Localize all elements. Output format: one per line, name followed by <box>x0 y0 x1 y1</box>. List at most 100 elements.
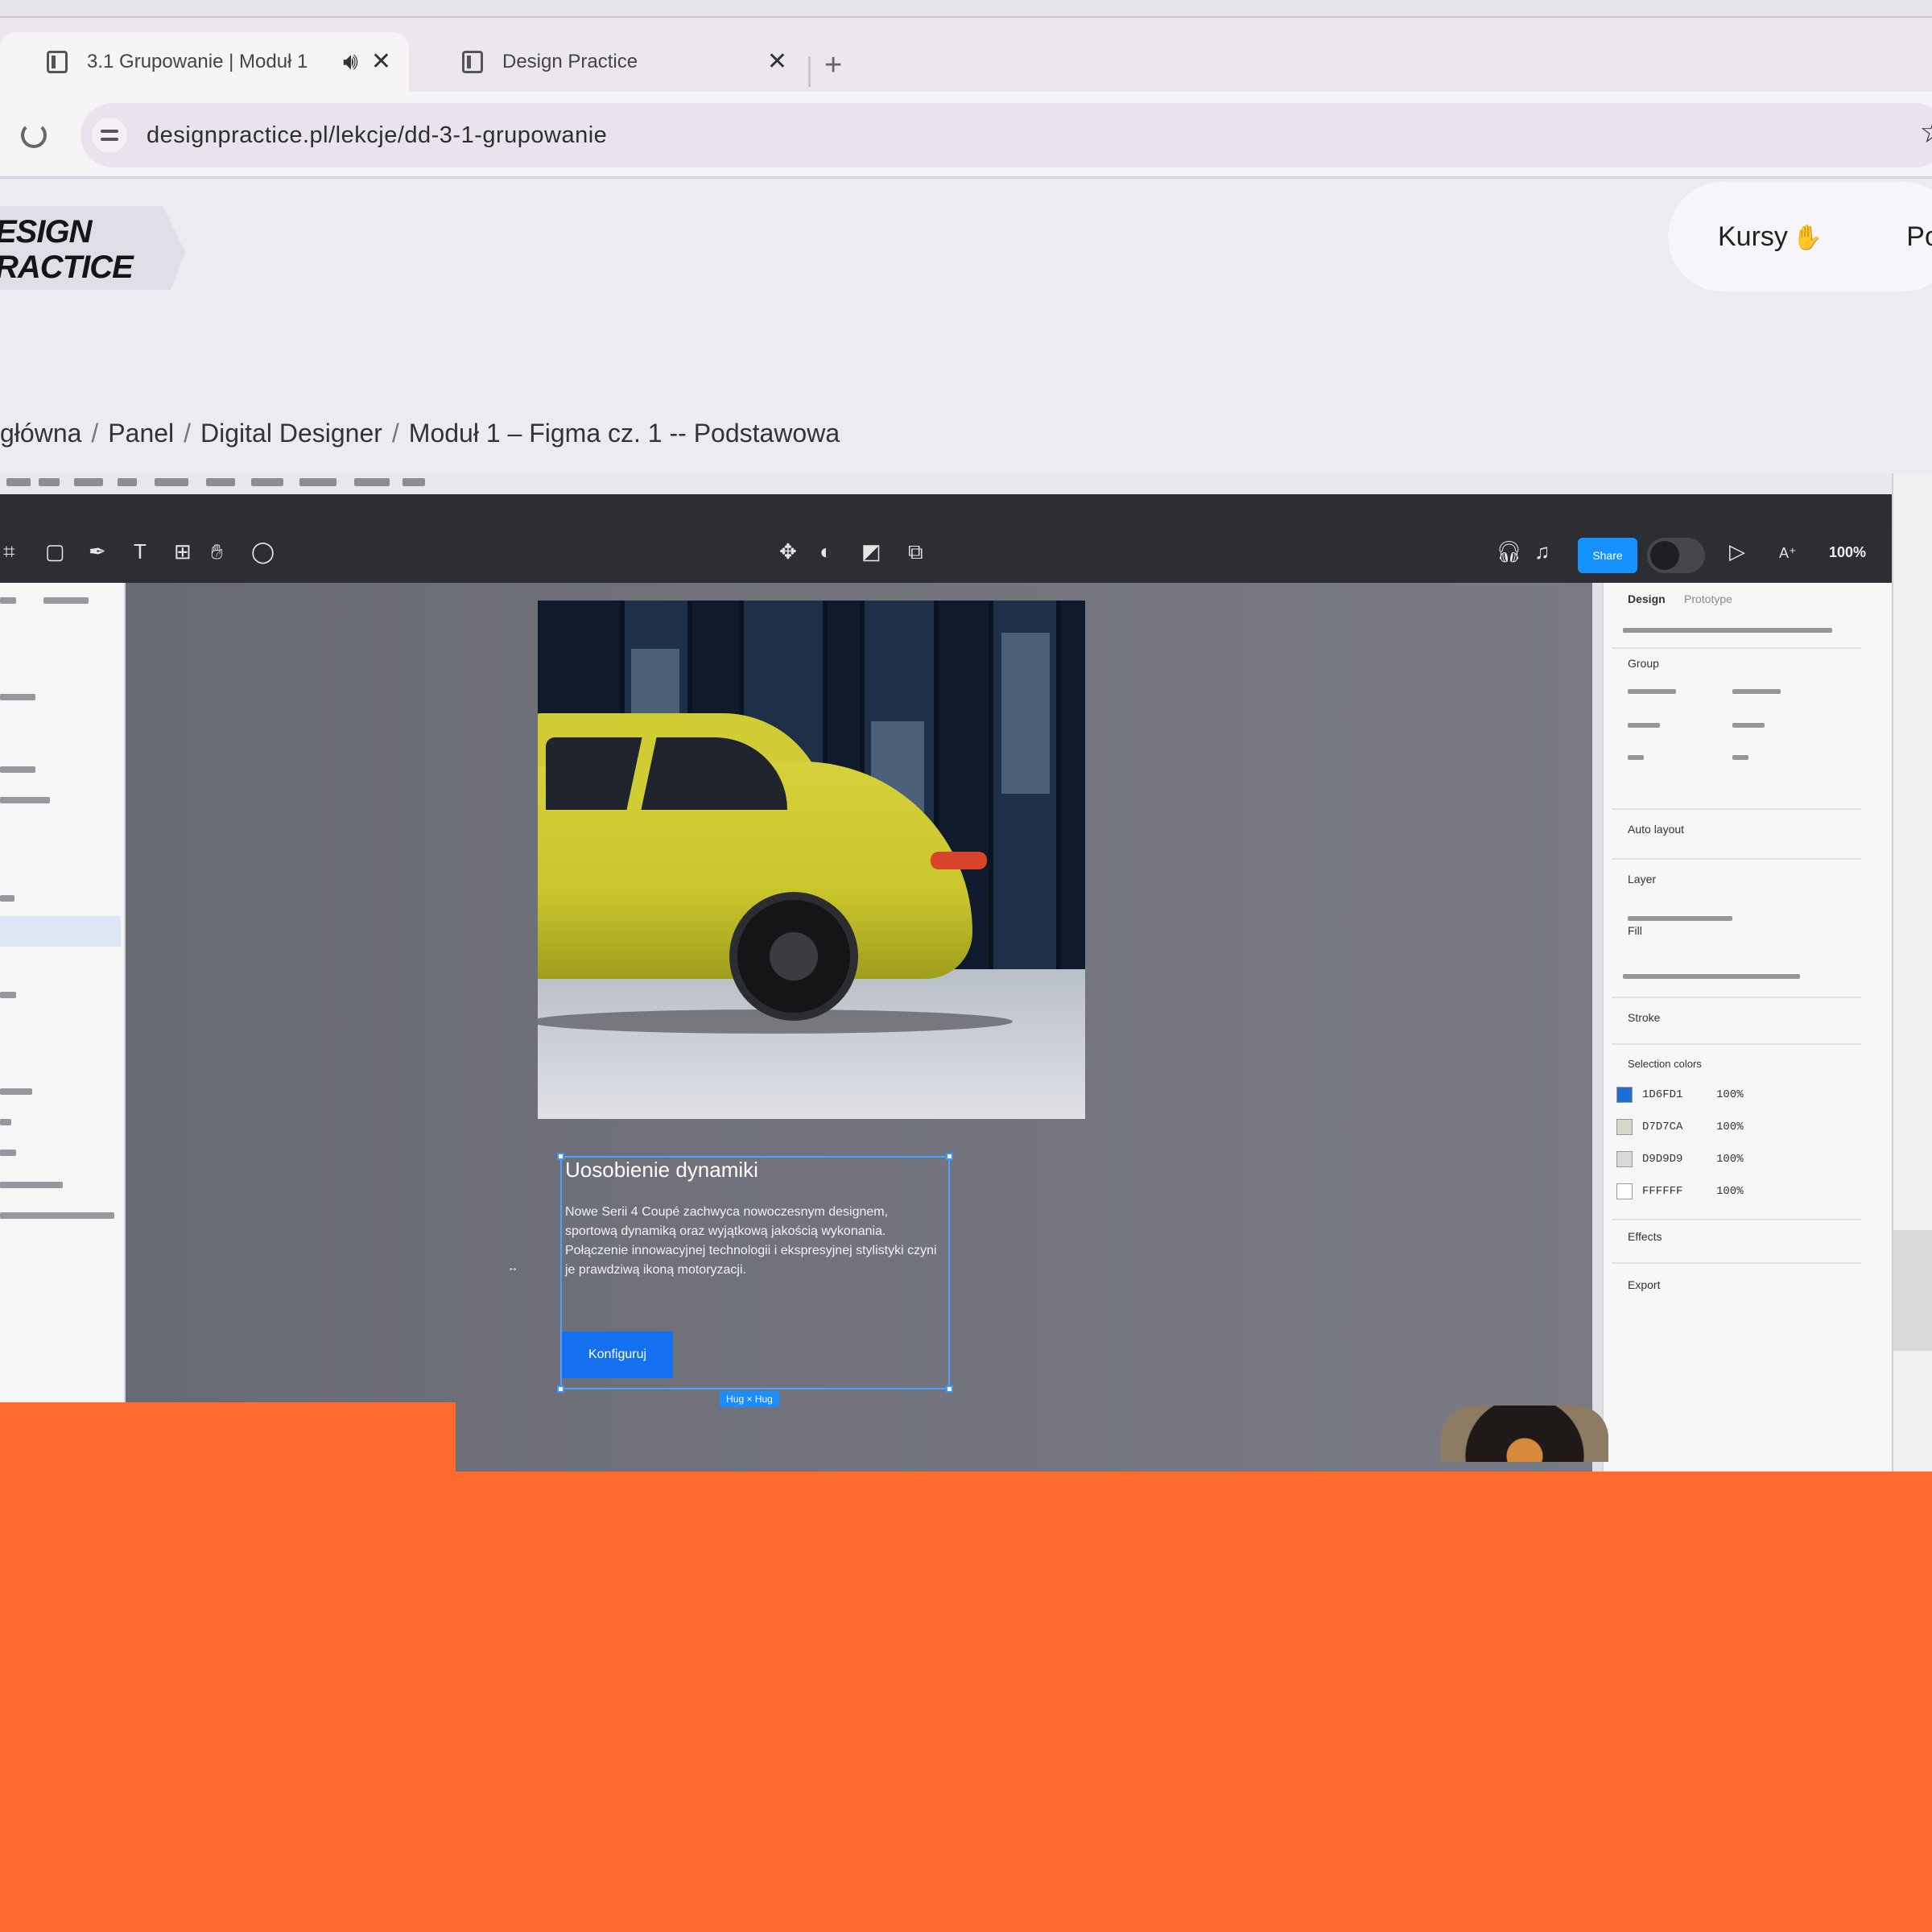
breadcrumb-separator: / <box>91 419 99 448</box>
resize-handle[interactable] <box>557 1153 564 1160</box>
dev-mode-toggle[interactable] <box>1647 538 1705 573</box>
layer-row[interactable] <box>0 1088 32 1095</box>
menu-item <box>39 478 60 486</box>
hand-tool-icon[interactable]: ✋︎ <box>211 541 223 562</box>
resize-handle[interactable] <box>946 1385 953 1393</box>
size-badge: Hug × Hug <box>720 1391 779 1407</box>
panel-divider <box>1612 858 1861 860</box>
prop-rotation[interactable] <box>1628 755 1644 760</box>
design-tab[interactable]: Design <box>1628 592 1666 605</box>
reload-icon[interactable] <box>21 122 47 148</box>
present-icon[interactable]: ▷ <box>1729 541 1745 562</box>
alignment-controls[interactable] <box>1623 628 1832 633</box>
prototype-tab[interactable]: Prototype <box>1684 592 1732 605</box>
color-opacity[interactable]: 100% <box>1716 1121 1744 1133</box>
url-text[interactable]: designpractice.pl/lekcje/dd-3-1-grupowan… <box>147 122 607 149</box>
menu-item <box>206 478 235 486</box>
panel-divider <box>1612 1219 1861 1220</box>
breadcrumb-separator: / <box>391 419 399 448</box>
prop-y[interactable] <box>1732 689 1781 694</box>
car-photo[interactable] <box>538 601 1085 1119</box>
crop-icon[interactable]: ⧉ <box>908 541 923 562</box>
figma-canvas[interactable]: ↔ Uosobienie dynamiki Nowe Serii 4 Coupé… <box>126 583 1592 1472</box>
color-opacity[interactable]: 100% <box>1716 1185 1744 1198</box>
section-stroke: Stroke <box>1628 1011 1661 1024</box>
section-effects: Effects <box>1628 1230 1662 1243</box>
layer-row[interactable] <box>0 694 35 700</box>
prop-w[interactable] <box>1628 723 1660 728</box>
text-tool-icon[interactable]: T <box>134 541 147 562</box>
menu-item <box>6 478 31 486</box>
layer-row[interactable] <box>0 1150 16 1156</box>
breadcrumb-home[interactable]: główna <box>0 419 81 448</box>
panel-divider <box>1612 1262 1861 1264</box>
color-swatch[interactable] <box>1616 1151 1633 1167</box>
layer-row[interactable] <box>0 1119 11 1125</box>
card-description[interactable]: Nowe Serii 4 Coupé zachwyca nowoczesnym … <box>565 1203 943 1280</box>
zoom-level[interactable]: 100% <box>1829 544 1866 561</box>
resize-handle[interactable] <box>946 1153 953 1160</box>
browser-tab-active[interactable]: 3.1 Grupowanie | Moduł 1 🔊︎ ✕ <box>0 32 409 92</box>
frame-tool-icon[interactable]: ⌗ <box>3 541 15 562</box>
tab-close-icon[interactable]: ✕ <box>371 50 391 74</box>
spacing-indicator: ↔ <box>507 1261 518 1274</box>
layer-blend[interactable] <box>1628 916 1732 921</box>
menu-item <box>354 478 390 486</box>
browser-tab[interactable]: Design Practice ✕ <box>415 32 805 92</box>
resources-icon[interactable]: ⊞ <box>174 541 192 562</box>
nav-item-next[interactable]: Po <box>1906 221 1932 253</box>
menu-item <box>402 478 425 486</box>
breadcrumb-panel[interactable]: Panel <box>108 419 174 448</box>
layer-row[interactable] <box>0 797 50 803</box>
color-hex[interactable]: 1D6FD1 <box>1642 1088 1682 1101</box>
new-tab-button[interactable]: + <box>824 50 842 80</box>
tab-close-icon[interactable]: ✕ <box>767 50 787 74</box>
figma-menu-bar <box>0 473 1900 494</box>
comment-tool-icon[interactable]: ◯ <box>251 541 275 562</box>
panel-divider <box>1612 647 1861 649</box>
nav-item-kursy[interactable]: Kursy ✋ <box>1718 221 1823 253</box>
color-swatch[interactable] <box>1616 1087 1633 1103</box>
pen-tool-icon[interactable]: ✒ <box>89 541 106 562</box>
color-swatch[interactable] <box>1616 1183 1633 1199</box>
share-button[interactable]: Share <box>1578 538 1637 573</box>
prop-radius[interactable] <box>1732 755 1748 760</box>
color-hex[interactable]: FFFFFF <box>1642 1185 1682 1198</box>
prop-h[interactable] <box>1732 723 1765 728</box>
boolean-icon[interactable]: ◩ <box>861 541 881 562</box>
component-icon[interactable]: ✥ <box>779 541 797 562</box>
color-swatch[interactable] <box>1616 1119 1633 1135</box>
panel-divider <box>1612 1043 1861 1045</box>
mask-icon[interactable]: ◐ <box>819 541 832 562</box>
layer-row[interactable] <box>0 1212 114 1219</box>
headphones-icon[interactable]: 🎧︎ <box>1496 541 1522 562</box>
speaker-icon[interactable]: 🔊︎ <box>343 50 358 74</box>
resize-handle[interactable] <box>557 1385 564 1393</box>
layer-row[interactable] <box>0 1182 63 1188</box>
omnibox[interactable]: designpractice.pl/lekcje/dd-3-1-grupowan… <box>80 103 1932 167</box>
bookmark-star-icon[interactable]: ☆ <box>1919 116 1932 148</box>
layer-row[interactable] <box>0 597 16 604</box>
layer-row[interactable] <box>0 895 14 902</box>
car-wheel <box>729 892 858 1021</box>
site-info-icon[interactable] <box>92 118 127 153</box>
layer-row[interactable] <box>0 992 16 998</box>
color-hex[interactable]: D7D7CA <box>1642 1121 1682 1133</box>
color-opacity[interactable]: 100% <box>1716 1153 1744 1166</box>
orange-overlay-left <box>0 1402 456 1475</box>
rectangle-tool-icon[interactable]: ▢ <box>45 541 65 562</box>
configure-button[interactable]: Konfiguruj <box>562 1331 673 1378</box>
color-hex[interactable]: D9D9D9 <box>1642 1153 1682 1166</box>
layer-row[interactable] <box>43 597 89 604</box>
color-opacity[interactable]: 100% <box>1716 1088 1744 1101</box>
selected-group[interactable]: Uosobienie dynamiki Nowe Serii 4 Coupé z… <box>557 1153 953 1393</box>
design-practice-logo[interactable]: ESIGN RACTICE <box>0 206 185 290</box>
breadcrumb-module: Moduł 1 – Figma cz. 1 -- Podstawowa <box>408 419 840 448</box>
figma-tab-strip <box>0 494 1892 526</box>
multiplayer-icon[interactable]: ♫ <box>1534 541 1550 562</box>
breadcrumb-course[interactable]: Digital Designer <box>200 419 382 448</box>
ai-icon[interactable]: A⁺ <box>1779 546 1797 560</box>
layer-row[interactable] <box>0 766 35 773</box>
prop-x[interactable] <box>1628 689 1676 694</box>
card-heading[interactable]: Uosobienie dynamiki <box>565 1158 758 1183</box>
